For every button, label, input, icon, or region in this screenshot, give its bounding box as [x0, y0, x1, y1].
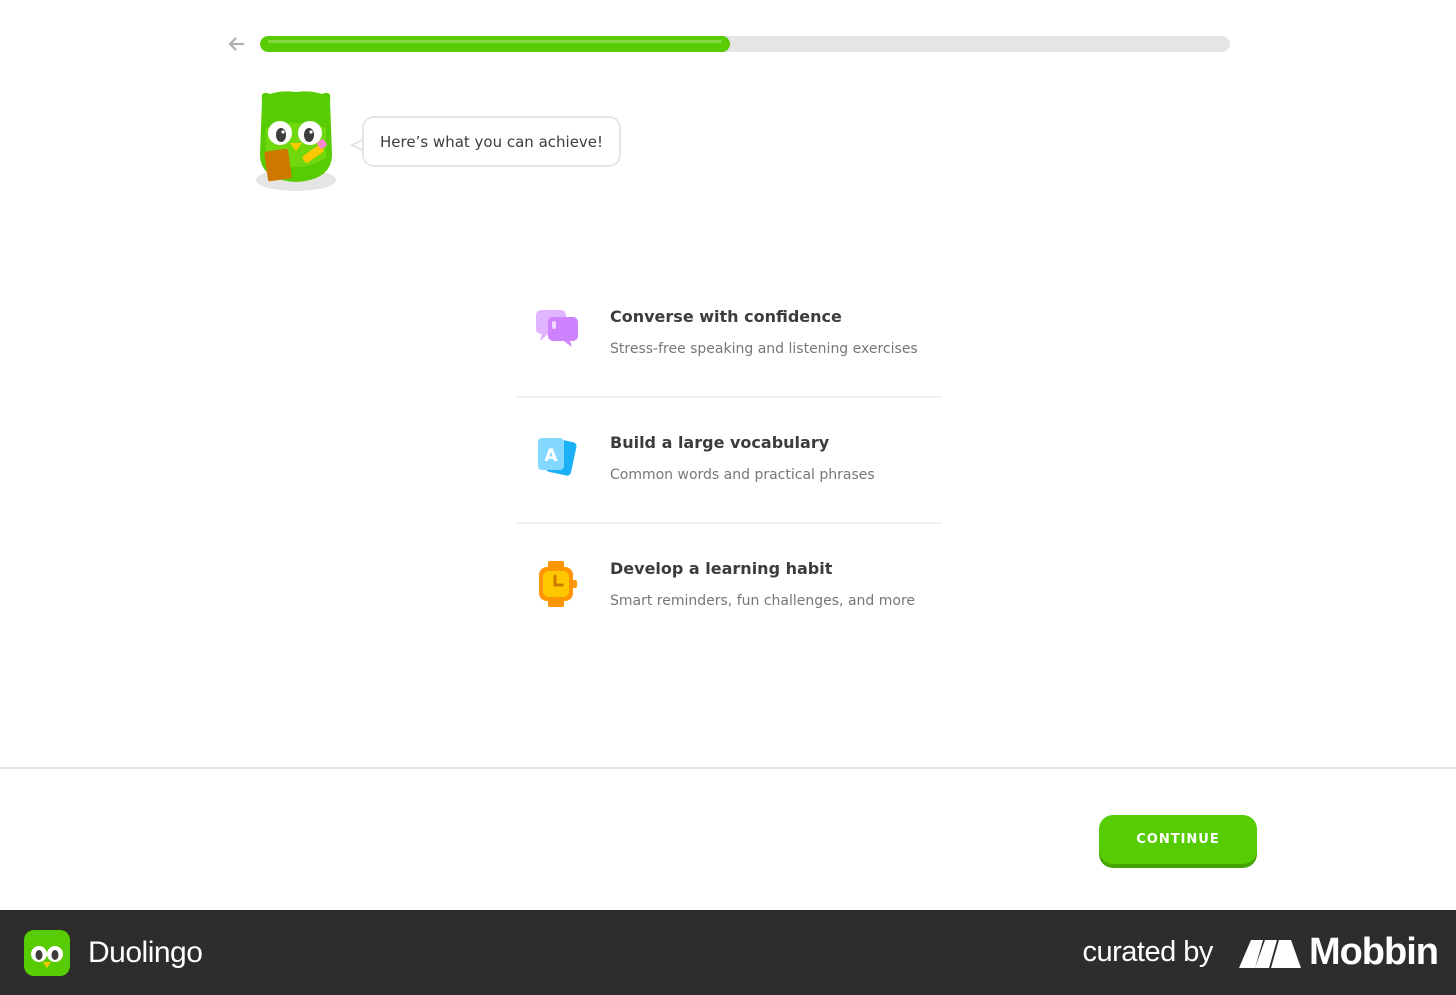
- curator-name: Mobbin: [1308, 931, 1439, 973]
- chat-bubbles-icon: [516, 306, 610, 348]
- feature-item: Develop a learning habit Smart reminders…: [516, 524, 942, 650]
- duolingo-logo-icon: [24, 929, 70, 976]
- vocabulary-cards-icon: A: [516, 432, 610, 478]
- progress-bar: [260, 36, 1230, 52]
- speech-bubble: Here’s what you can achieve!: [362, 116, 622, 167]
- feature-title: Build a large vocabulary: [610, 433, 830, 452]
- continue-button[interactable]: CONTINUE: [1099, 815, 1257, 864]
- duo-owl-icon: [252, 88, 342, 194]
- feature-item: Converse with confidence Stress-free spe…: [516, 272, 942, 398]
- back-button[interactable]: [224, 32, 248, 56]
- footer-divider: [0, 767, 1456, 769]
- feature-item: A Build a large vocabulary Common words …: [516, 398, 942, 524]
- progress-fill: [260, 36, 731, 52]
- svg-text:A: A: [544, 446, 558, 466]
- feature-list: Converse with confidence Stress-free spe…: [516, 272, 942, 650]
- curated-by-label: curated by: [1082, 936, 1214, 968]
- arrow-left-icon: [228, 37, 245, 51]
- feature-description: Common words and practical phrases: [610, 467, 875, 483]
- speech-bubble-text: Here’s what you can achieve!: [380, 132, 604, 151]
- feature-title: Converse with confidence: [610, 307, 842, 326]
- feature-title: Develop a learning habit: [610, 559, 833, 578]
- branding-bar: Duolingo curated by Mobbin: [0, 910, 1456, 995]
- feature-description: Smart reminders, fun challenges, and mor…: [610, 593, 915, 609]
- watch-clock-icon: [516, 558, 610, 608]
- feature-description: Stress-free speaking and listening exerc…: [610, 341, 918, 357]
- app-name: Duolingo: [88, 935, 203, 969]
- mobbin-logo-icon: [1238, 939, 1301, 968]
